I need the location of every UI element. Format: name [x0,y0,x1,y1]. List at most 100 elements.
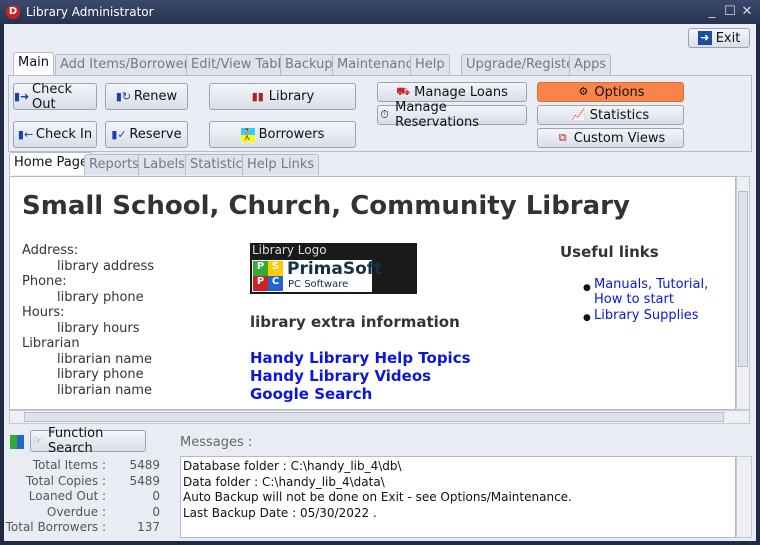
renew-button[interactable]: ▮↻ Renew [105,83,188,110]
message-line: Auto Backup will not be done on Exit - s… [183,490,572,504]
home-page-content: Small School, Church, Community Library … [9,176,736,410]
borrowers-label: Borrowers [258,127,325,142]
function-search-label: Function Search [48,426,104,456]
manage-reservations-button[interactable]: ⏱ Manage Reservations [377,100,527,130]
maximize-button[interactable]: ☐ [722,4,738,19]
tab-add-items-borrowers[interactable]: Add Items/Borrowers [55,54,201,75]
app-grid-icon[interactable] [10,435,24,449]
check-in-label: Check In [35,127,93,142]
check-out-button[interactable]: ▮➜ Check Out [13,81,97,112]
books-icon: ▮▮ [251,89,264,103]
messages-label: Messages : [180,435,253,450]
renew-label: Renew [133,89,178,104]
window-title: Library Administrator [26,5,154,19]
tab-main[interactable]: Main [13,52,55,75]
manage-reservations-label: Manage Reservations [395,100,480,130]
renew-icon: ▮↻ [115,89,132,103]
library-label: Library [268,89,315,104]
useful-links-title: Useful links [560,243,659,261]
extra-info: library extra information [250,313,460,331]
loans-icon: ⛟ [396,85,411,98]
info-line: library address [57,258,155,274]
check-in-icon: ▮← [17,127,34,141]
library-title: Small School, Church, Community Library [22,191,630,221]
title-bar: D Library Administrator _ ☐ ✕ [0,0,760,24]
statistics-label: Statistics [589,107,650,123]
message-line: Database folder : C:\handy_lib_4\db\ [183,459,402,473]
stat-label: Overdue : [46,504,106,519]
borrowers-button[interactable]: 🚶 Borrowers [209,121,356,148]
stat-label: Total Items : [32,458,106,472]
options-icon: ⚙ [578,85,589,98]
stat-label: Loaned Out : [28,489,106,503]
logo-sub: PC Software [288,279,349,290]
info-line: Librarian [22,336,80,351]
subtab-reports[interactable]: Reports [84,154,144,175]
horizontal-scrollbar[interactable] [9,410,750,424]
info-line: library phone [57,289,144,305]
stat-label: Total Borrowers : [5,520,106,534]
info-line: Address: [22,243,79,258]
chart-icon: 📈 [571,108,586,121]
statistics-button[interactable]: 📈 Statistics [537,105,684,125]
manage-loans-label: Manage Loans [414,84,508,100]
check-out-label: Check Out [32,81,72,112]
messages-scrollbar[interactable] [736,456,752,538]
check-in-button[interactable]: ▮← Check In [13,121,97,148]
subtab-labels[interactable]: Labels [138,154,190,175]
custom-views-icon: ⧉ [558,131,567,144]
function-search-button[interactable]: ☞ Function Search [30,426,146,456]
subtab-help-links[interactable]: Help Links [242,154,320,175]
stopwatch-icon: ⏱ [380,108,389,121]
tab-upgrade-register[interactable]: Upgrade/Register [461,54,585,75]
options-label: Options [594,84,645,100]
stat-value: 137 [137,520,160,534]
stat-value: 5489 [129,473,160,488]
message-line: Data folder : C:\handy_lib_4\data\ [183,474,385,489]
reserve-button[interactable]: ▮✓ Reserve [105,121,188,148]
messages-box: Database folder : C:\handy_lib_4\db\ Data… [180,456,736,538]
manuals-link[interactable]: Manuals, Tutorial, How to start [594,277,734,307]
info-line: library hours [57,320,140,336]
custom-views-label: Custom Views [573,130,666,146]
custom-views-button[interactable]: ⧉ Custom Views [537,128,684,148]
manage-loans-button[interactable]: ⛟ Manage Loans [377,82,527,102]
tab-edit-view-table[interactable]: Edit/View Table [186,54,295,75]
info-line: librarian name [57,382,152,398]
help-topics-link[interactable]: Handy Library Help Topics [250,349,471,367]
reserve-label: Reserve [129,127,182,142]
message-line: Last Backup Date : 05/30/2022 . [183,505,377,520]
exit-button[interactable]: ➜ Exit [688,28,750,48]
info-line: librarian name [57,351,152,367]
client-area: ➜ Exit ▮➜ Check Out ▮↻ Renew ▮▮ Library ▮← C… [4,24,756,541]
tab-apps[interactable]: Apps [569,54,612,75]
close-button[interactable]: ✕ [739,4,755,19]
app-icon: D [6,5,20,19]
vertical-scrollbar[interactable] [736,176,750,410]
logo-brand: PrimaSoft [287,259,383,279]
videos-link[interactable]: Handy Library Videos [250,367,431,385]
stat-value: 0 [152,504,160,519]
info-line: Phone: [22,274,67,289]
reserve-icon: ▮✓ [111,127,127,141]
tab-help[interactable]: Help [410,54,450,75]
tab-backup[interactable]: Backup [280,54,338,75]
check-out-icon: ▮➜ [14,89,30,103]
library-button[interactable]: ▮▮ Library [209,83,356,110]
library-logo: Library Logo P S P C PrimaSoft PC Softwa… [250,243,417,294]
google-search-link[interactable]: Google Search [250,385,372,403]
exit-icon: ➜ [697,31,712,45]
person-icon: 🚶 [240,127,255,142]
function-search-icon: ☞ [32,434,43,447]
stat-label: Total Copies : [25,473,106,488]
stat-value: 0 [152,489,160,503]
info-line: Hours: [22,305,65,320]
info-line: library phone [57,367,144,382]
stats-panel: Total Items : 5489 Total Copies : 5489 Loane… [4,456,176,538]
logo-caption: Library Logo [252,243,327,257]
supplies-link[interactable]: Library Supplies [594,308,699,323]
subtab-home-page[interactable]: Home Page [9,152,93,175]
exit-label: Exit [715,30,741,46]
minimize-button[interactable]: _ [704,4,720,19]
options-button[interactable]: ⚙ Options [537,82,684,102]
